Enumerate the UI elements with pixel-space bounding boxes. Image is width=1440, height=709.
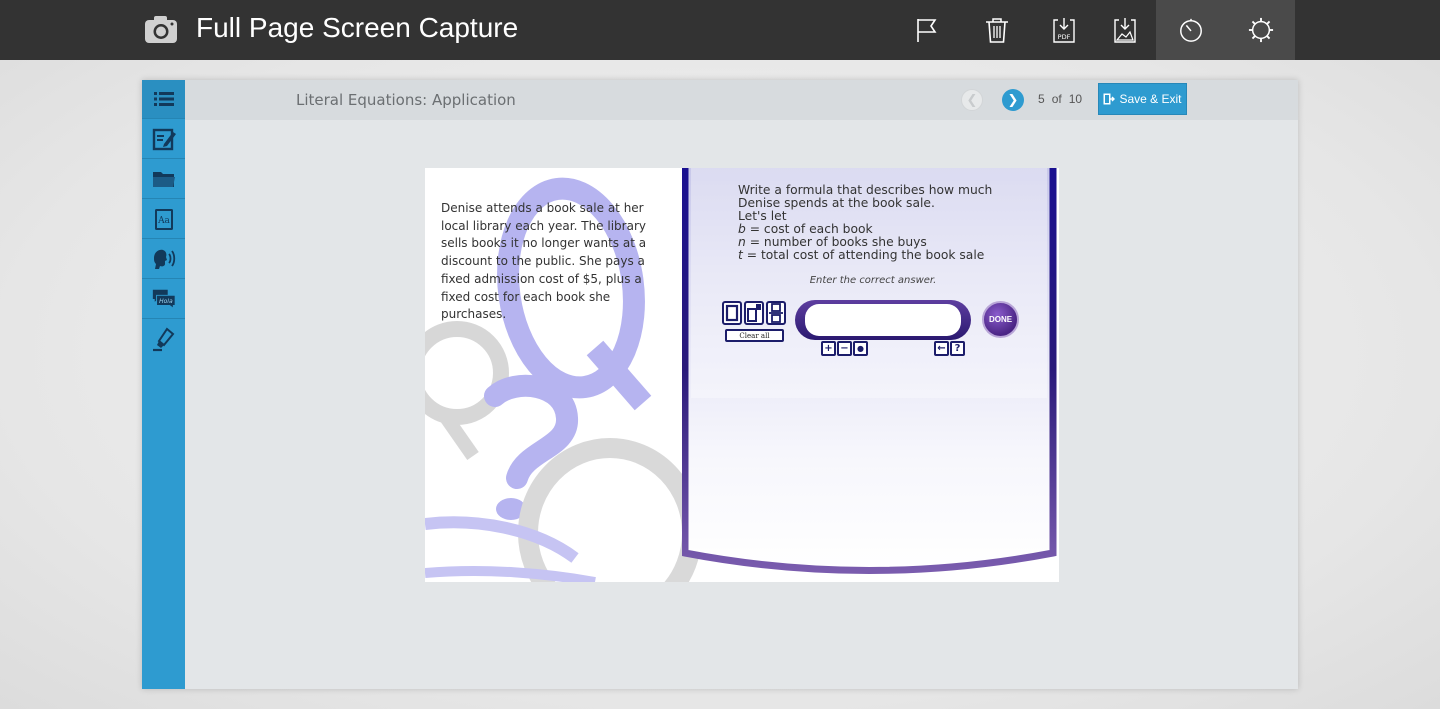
- sidebar-item-translate[interactable]: Hola: [142, 279, 185, 319]
- done-button[interactable]: DONE: [982, 301, 1019, 338]
- camera-icon: [144, 14, 178, 44]
- sidebar-item-outline[interactable]: [142, 80, 185, 119]
- page-current: 5: [1038, 92, 1045, 106]
- page-total: 10: [1068, 92, 1083, 106]
- highlighter-icon: [152, 327, 174, 352]
- variable-t-definition: t = total cost of attending the book sal…: [738, 248, 985, 262]
- timer-icon: [1180, 18, 1202, 42]
- sidebar-item-notes[interactable]: [142, 119, 185, 159]
- sidebar-item-glossary[interactable]: Aa: [142, 199, 185, 239]
- settings-gear-icon: [1248, 17, 1273, 43]
- clear-all-button[interactable]: Clear all: [725, 329, 784, 342]
- svg-text:Aa: Aa: [157, 216, 170, 226]
- read-aloud-speaker-icon: [153, 249, 175, 269]
- app-title: Full Page Screen Capture: [196, 12, 519, 43]
- translate-chat-icon: Hola: [152, 289, 176, 309]
- chevron-right-icon: ❯: [1007, 92, 1019, 108]
- backspace-key[interactable]: ←: [934, 341, 949, 356]
- question-card: Denise attends a book sale at her local …: [425, 168, 1059, 582]
- fraction-tool-icon: [769, 303, 783, 323]
- page-counter: 5 of 10: [1038, 92, 1089, 106]
- list-icon: [153, 92, 174, 106]
- download-pdf-button[interactable]: PDF: [1029, 0, 1099, 60]
- sidebar-item-highlighter[interactable]: [142, 319, 185, 359]
- save-exit-button[interactable]: Save & Exit: [1098, 83, 1187, 115]
- lesson-header: Literal Equations: Application ❮ ❯ 5 of 10…: [185, 80, 1298, 120]
- answer-field-frame: [795, 300, 971, 340]
- lesson-title: Literal Equations: Application: [296, 91, 516, 109]
- box-tool-icon: [725, 304, 739, 322]
- settings-button[interactable]: [1226, 0, 1295, 60]
- answer-input[interactable]: [805, 304, 961, 336]
- save-exit-label: Save & Exit: [1119, 92, 1182, 106]
- previous-page-button[interactable]: ❮: [961, 89, 983, 111]
- folder-icon: [152, 171, 175, 187]
- timer-button[interactable]: [1156, 0, 1226, 60]
- exit-door-icon: [1103, 93, 1116, 105]
- next-page-button[interactable]: ❯: [1002, 89, 1024, 111]
- answer-panel: Write a formula that describes how much …: [682, 168, 1058, 582]
- dot-key[interactable]: ●: [853, 341, 868, 356]
- problem-text: Denise attends a book sale at her local …: [441, 201, 647, 322]
- app-toolbar: Full Page Screen Capture PDF: [0, 0, 1440, 60]
- exponent-tool-button[interactable]: [744, 301, 764, 325]
- trash-icon: [986, 18, 1008, 43]
- svg-text:PDF: PDF: [1058, 33, 1071, 41]
- flag-button[interactable]: [892, 0, 962, 60]
- question-text: Write a formula that describes how much …: [738, 184, 1038, 262]
- help-key[interactable]: ?: [950, 341, 965, 356]
- download-image-icon: [1114, 18, 1136, 43]
- trash-button[interactable]: [962, 0, 1032, 60]
- plus-key[interactable]: +: [821, 341, 836, 356]
- download-pdf-icon: PDF: [1053, 18, 1075, 43]
- flag-icon: [917, 19, 937, 42]
- instruction-text: Enter the correct answer.: [809, 275, 937, 286]
- chevron-left-icon: ❮: [966, 92, 978, 108]
- sidebar-item-read-aloud[interactable]: [142, 239, 185, 279]
- svg-text:Hola: Hola: [159, 298, 173, 305]
- tools-sidebar: Aa Hola: [142, 80, 185, 689]
- sidebar-item-folder[interactable]: [142, 159, 185, 199]
- fraction-tool-button[interactable]: [722, 301, 742, 325]
- exponent-tool-icon: [747, 304, 761, 322]
- minus-key[interactable]: −: [837, 341, 852, 356]
- download-image-button[interactable]: [1090, 0, 1160, 60]
- glossary-book-icon: Aa: [154, 208, 173, 230]
- page-of: of: [1051, 92, 1062, 106]
- notes-edit-icon: [152, 128, 176, 150]
- lesson-frame: Aa Hola Literal Equations: Application ❮…: [142, 80, 1298, 689]
- fraction-bar-tool-button[interactable]: [766, 301, 786, 325]
